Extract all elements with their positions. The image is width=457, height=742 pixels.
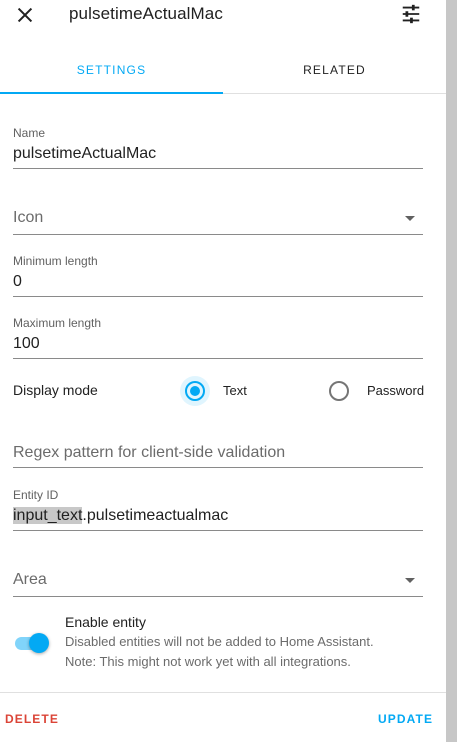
- icon-placeholder: Icon: [13, 209, 44, 226]
- entity-id-domain: input_text: [13, 507, 83, 524]
- tab-bar: SETTINGS RELATED: [0, 46, 446, 94]
- footer-divider: [0, 692, 446, 693]
- area-field[interactable]: Area: [13, 562, 423, 597]
- entity-id-value: input_text.pulsetimeactualmac: [13, 507, 228, 525]
- regex-field[interactable]: Regex pattern for client-side validation: [13, 436, 423, 468]
- min-length-label: Minimum length: [13, 254, 98, 268]
- min-length-value: 0: [13, 273, 22, 290]
- name-label: Name: [13, 126, 46, 140]
- text-radio-label: Text: [223, 383, 247, 398]
- chevron-down-icon: [405, 216, 415, 221]
- display-mode-label: Display mode: [13, 382, 98, 398]
- update-button[interactable]: UPDATE: [378, 712, 433, 726]
- name-field[interactable]: Name pulsetimeActualMac: [13, 124, 423, 169]
- background-scrim: [446, 0, 457, 742]
- max-length-label: Maximum length: [13, 316, 102, 330]
- toggle-knob: [29, 633, 49, 653]
- entity-id-field[interactable]: Entity ID input_text.pulsetimeactualmac: [13, 486, 423, 531]
- close-icon[interactable]: [14, 4, 36, 26]
- min-length-field[interactable]: Minimum length 0: [13, 252, 423, 297]
- area-placeholder: Area: [13, 571, 47, 588]
- enable-entity-description-2: Note: This might not work yet with all i…: [65, 654, 351, 669]
- tab-related[interactable]: RELATED: [223, 46, 446, 94]
- icon-field[interactable]: Icon: [13, 200, 423, 235]
- name-value: pulsetimeActualMac: [13, 145, 157, 162]
- enable-entity-toggle[interactable]: [13, 632, 49, 654]
- dialog-title: pulsetimeActualMac: [69, 4, 223, 23]
- entity-id-label: Entity ID: [13, 488, 59, 502]
- text-radio[interactable]: [185, 381, 205, 401]
- enable-entity-description-1: Disabled entities will not be added to H…: [65, 634, 374, 649]
- chevron-down-icon: [405, 578, 415, 583]
- entity-settings-dialog: pulsetimeActualMac SETTINGS RELATED Name…: [0, 0, 446, 742]
- tab-settings[interactable]: SETTINGS: [0, 46, 223, 94]
- password-radio-label: Password: [367, 383, 425, 398]
- entity-id-object: .pulsetimeactualmac: [82, 507, 229, 524]
- tune-icon[interactable]: [400, 3, 422, 25]
- background-page: [446, 0, 457, 742]
- enable-entity-title: Enable entity: [65, 614, 146, 630]
- regex-placeholder: Regex pattern for client-side validation: [13, 444, 286, 461]
- dialog-header: pulsetimeActualMac: [0, 0, 446, 30]
- delete-button[interactable]: DELETE: [5, 712, 59, 726]
- max-length-value: 100: [13, 335, 40, 352]
- password-radio[interactable]: [329, 381, 349, 401]
- max-length-field[interactable]: Maximum length 100: [13, 314, 423, 359]
